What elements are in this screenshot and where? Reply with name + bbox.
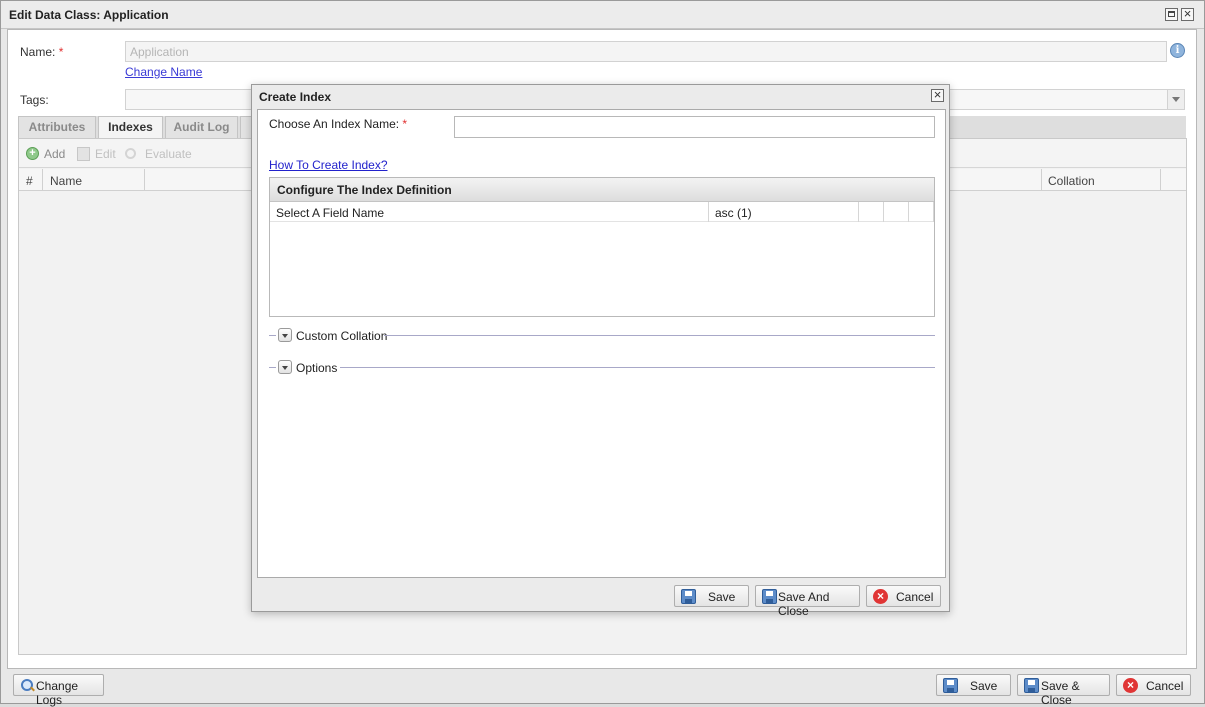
col-collation[interactable]: Collation <box>1041 169 1161 191</box>
definition-panel-title: Configure The Index Definition <box>277 183 452 197</box>
edit-button[interactable]: Edit <box>95 147 116 161</box>
tab-audit-log[interactable]: Audit Log <box>165 116 238 138</box>
dialog-title: Create Index <box>259 90 332 104</box>
cancel-icon: × <box>1123 678 1138 693</box>
create-index-dialog: Create Index × Choose An Index Name: * H… <box>251 84 950 618</box>
change-name-link[interactable]: Change Name <box>125 65 202 79</box>
name-field[interactable]: Application <box>125 41 1167 62</box>
close-icon[interactable]: × <box>931 88 944 102</box>
info-icon[interactable]: i <box>1170 43 1185 58</box>
save-icon <box>1024 678 1039 693</box>
save-button[interactable]: Save <box>936 674 1011 696</box>
add-icon: + <box>26 147 39 160</box>
maximize-icon[interactable] <box>1165 8 1178 21</box>
cancel-icon: × <box>873 589 888 604</box>
index-definition-panel: Configure The Index Definition Select A … <box>269 177 935 317</box>
edit-icon <box>77 147 90 161</box>
index-name-label: Choose An Index Name: * <box>269 117 408 131</box>
dialog-cancel-button[interactable]: × Cancel <box>866 585 941 607</box>
evaluate-button[interactable]: Evaluate <box>145 147 192 161</box>
save-icon <box>943 678 958 693</box>
search-icon <box>20 678 35 693</box>
options-legend[interactable]: Options <box>296 361 337 375</box>
dialog-body: Choose An Index Name: * How To Create In… <box>257 109 946 578</box>
how-to-create-index-link[interactable]: How To Create Index? <box>269 158 388 172</box>
save-icon <box>681 589 696 604</box>
window-titlebar[interactable]: Edit Data Class: Application × <box>1 1 1204 29</box>
chevron-down-icon[interactable] <box>1167 90 1184 109</box>
save-icon <box>762 589 777 604</box>
tab-attributes[interactable]: Attributes <box>18 116 96 138</box>
name-label: Name: * <box>20 45 64 59</box>
col-number[interactable]: # <box>19 169 43 191</box>
evaluate-icon <box>125 148 136 159</box>
tab-indexes[interactable]: Indexes <box>98 116 163 138</box>
custom-collation-toggle[interactable] <box>278 328 292 342</box>
definition-panel-header: Configure The Index Definition <box>270 178 934 202</box>
dialog-save-button[interactable]: Save <box>674 585 749 607</box>
index-name-input[interactable] <box>454 116 935 138</box>
sort-order-select[interactable]: asc (1) <box>715 206 752 220</box>
col-name[interactable]: Name <box>43 169 145 191</box>
add-button[interactable]: Add <box>44 147 65 161</box>
dialog-save-and-close-button[interactable]: Save And Close <box>755 585 860 618</box>
cancel-button[interactable]: × Cancel <box>1116 674 1191 696</box>
custom-collation-legend[interactable]: Custom Collation <box>296 329 387 343</box>
tags-label: Tags: <box>20 93 49 107</box>
change-logs-button[interactable]: Change Logs <box>13 674 104 707</box>
save-close-button[interactable]: Save & Close <box>1017 674 1110 707</box>
close-icon[interactable]: × <box>1181 7 1194 21</box>
field-name-select[interactable]: Select A Field Name <box>276 206 384 220</box>
definition-row[interactable]: Select A Field Name asc (1) <box>270 202 934 222</box>
window-title: Edit Data Class: Application <box>9 8 169 22</box>
options-toggle[interactable] <box>278 360 292 374</box>
